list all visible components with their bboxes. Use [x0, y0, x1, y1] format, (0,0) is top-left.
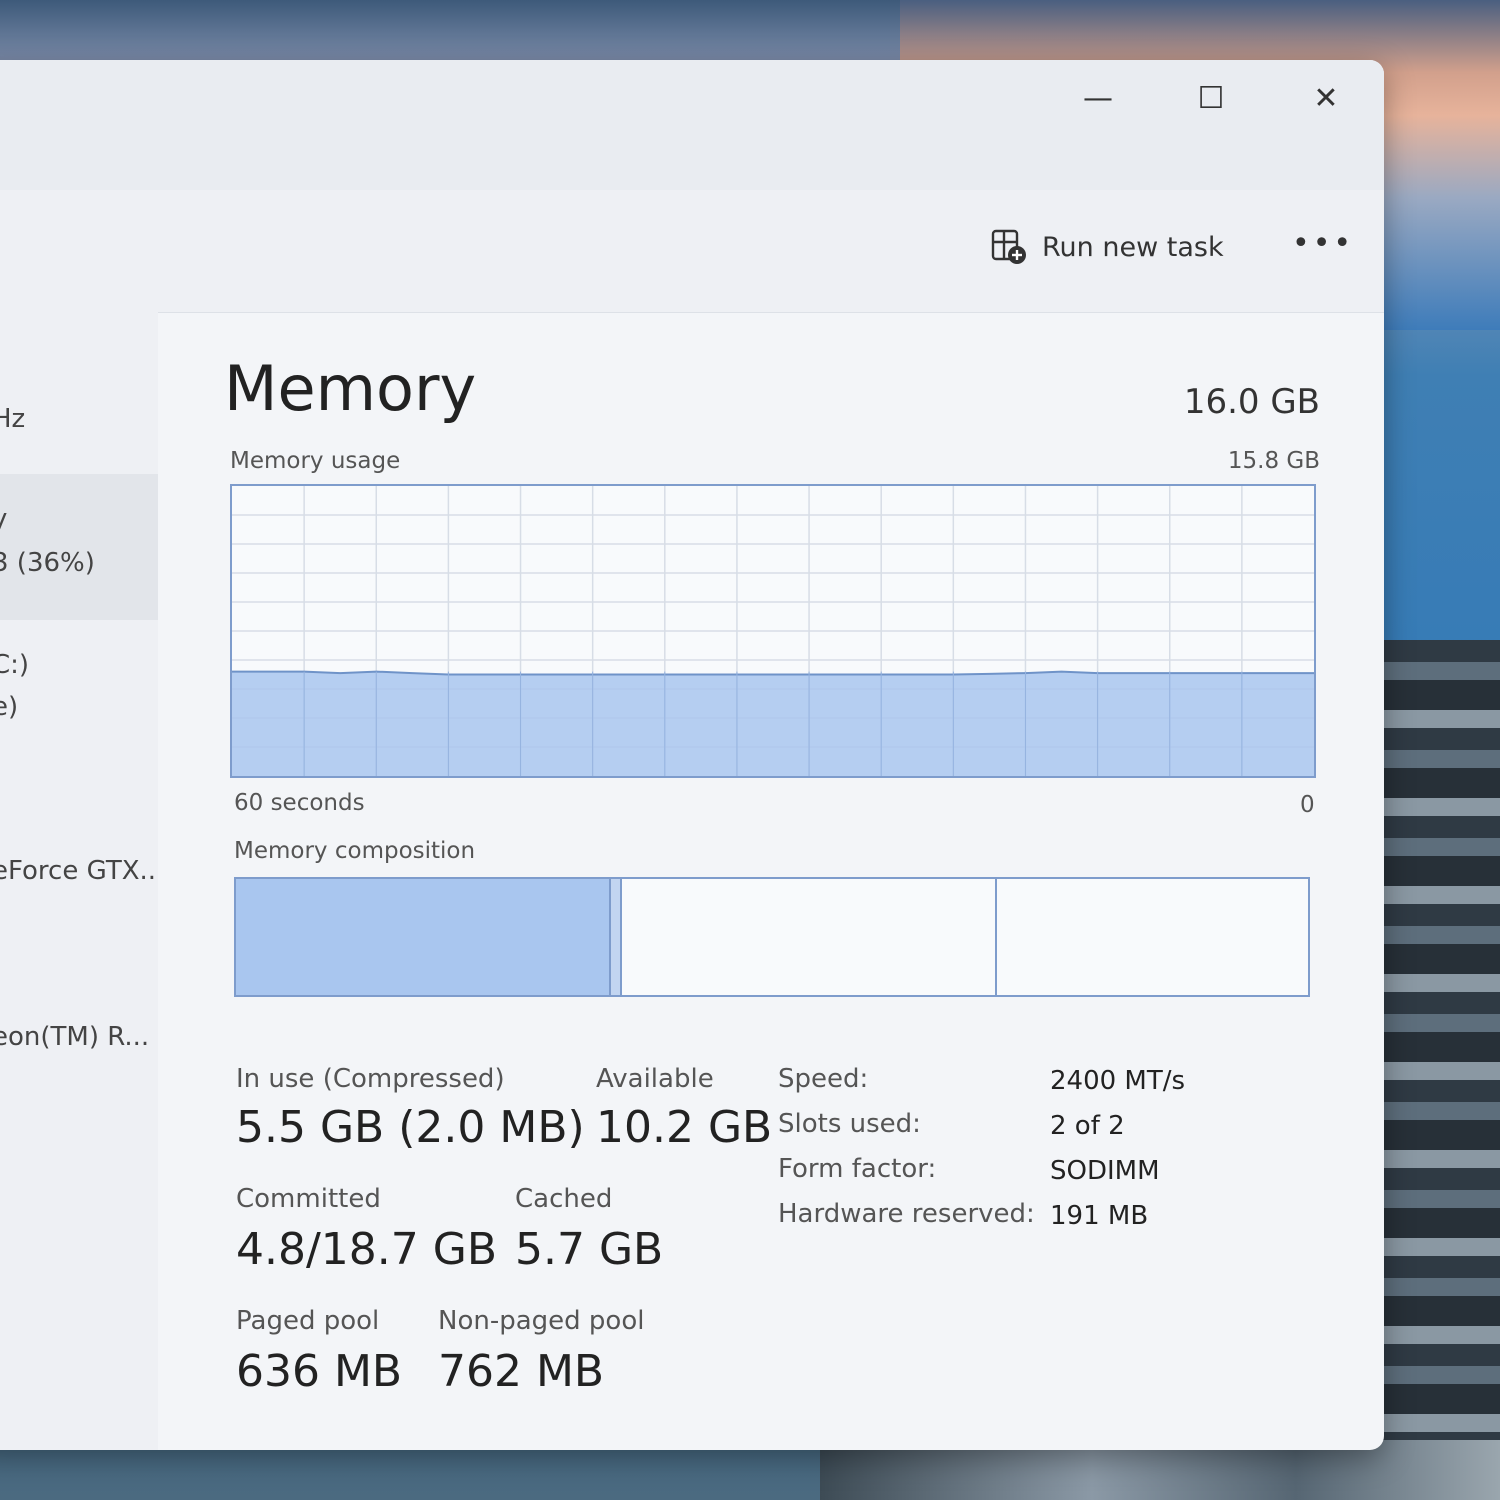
maximize-button[interactable]: ☐	[1183, 76, 1239, 120]
close-icon: ✕	[1313, 80, 1339, 116]
run-new-task-button[interactable]: Run new task	[990, 228, 1224, 266]
graph-time-right: 0	[1300, 792, 1315, 818]
title-bar[interactable]: — ☐ ✕	[0, 60, 1384, 190]
memory-usage-chart	[232, 486, 1314, 776]
non-paged-pool-value: 762 MB	[438, 1346, 605, 1397]
sidebar-item-memory-selected[interactable]	[0, 474, 158, 620]
cached-label: Cached	[515, 1184, 613, 1214]
speed-value: 2400 MT/s	[1050, 1066, 1186, 1096]
run-task-icon	[991, 229, 1026, 264]
memory-composition-bar	[234, 877, 1310, 997]
in-use-label: In use (Compressed)	[236, 1064, 505, 1094]
composition-modified	[611, 879, 622, 995]
memory-usage-area	[232, 671, 1314, 776]
hardware-reserved-label: Hardware reserved:	[778, 1199, 1035, 1229]
more-icon: •••	[1292, 226, 1355, 261]
sidebar-item-disk-sub[interactable]: e)	[0, 692, 18, 722]
composition-in-use	[236, 879, 612, 995]
sidebar-item-gpu2-sub[interactable]: )	[0, 1060, 2, 1090]
graph-time-left: 60 seconds	[234, 790, 365, 816]
committed-label: Committed	[236, 1184, 381, 1214]
slots-used-value: 2 of 2	[1050, 1111, 1125, 1141]
sidebar-item-memory-usage[interactable]: 3 (36%)	[0, 548, 95, 578]
paged-pool-value: 636 MB	[236, 1346, 403, 1397]
minimize-button[interactable]: —	[1070, 76, 1126, 120]
paged-pool-label: Paged pool	[236, 1306, 380, 1336]
command-bar: Run new task •••	[0, 190, 1384, 313]
memory-usage-label: Memory usage	[230, 448, 401, 474]
composition-free	[997, 879, 1308, 995]
hardware-reserved-value: 191 MB	[1050, 1201, 1149, 1231]
memory-usage-max: 15.8 GB	[1227, 448, 1320, 474]
wallpaper-pier	[1370, 640, 1500, 1500]
more-options-button[interactable]: •••	[1292, 226, 1354, 261]
memory-panel: Memory 16.0 GB Memory usage 15.8 GB 60 s…	[158, 312, 1384, 1450]
memory-usage-graph	[230, 484, 1316, 778]
speed-label: Speed:	[778, 1064, 869, 1094]
maximize-icon: ☐	[1197, 80, 1225, 116]
available-label: Available	[596, 1064, 714, 1094]
form-factor-value: SODIMM	[1050, 1156, 1160, 1186]
form-factor-label: Form factor:	[778, 1154, 937, 1184]
committed-value: 4.8/18.7 GB	[236, 1224, 498, 1275]
performance-sidebar: Hz y 3 (36%) C:) e) eForce GTX... ) eon(…	[0, 312, 158, 1450]
sidebar-item-gpu2-title[interactable]: eon(TM) R...	[0, 1022, 149, 1052]
composition-standby	[622, 879, 998, 995]
memory-composition-label: Memory composition	[234, 838, 476, 864]
run-new-task-label: Run new task	[1042, 231, 1224, 263]
memory-total: 16.0 GB	[1183, 382, 1320, 422]
in-use-value: 5.5 GB (2.0 MB)	[236, 1102, 585, 1153]
sidebar-item-gpu-sub[interactable]: )	[0, 896, 2, 926]
slots-used-label: Slots used:	[778, 1109, 921, 1139]
sidebar-item-gpu-title[interactable]: eForce GTX...	[0, 856, 158, 886]
sidebar-item-disk-title[interactable]: C:)	[0, 650, 29, 680]
minimize-icon: —	[1083, 80, 1113, 116]
close-button[interactable]: ✕	[1298, 76, 1354, 120]
non-paged-pool-label: Non-paged pool	[438, 1306, 645, 1336]
available-value: 10.2 GB	[596, 1102, 773, 1153]
page-title: Memory	[224, 352, 477, 425]
sidebar-item-memory-title[interactable]: y	[0, 504, 7, 534]
task-manager-window: — ☐ ✕ Run new task ••• Hz 3 (36%) C:)) …	[0, 60, 1384, 1450]
sidebar-item-cpu-speed[interactable]: Hz	[0, 404, 25, 434]
cached-value: 5.7 GB	[515, 1224, 664, 1275]
